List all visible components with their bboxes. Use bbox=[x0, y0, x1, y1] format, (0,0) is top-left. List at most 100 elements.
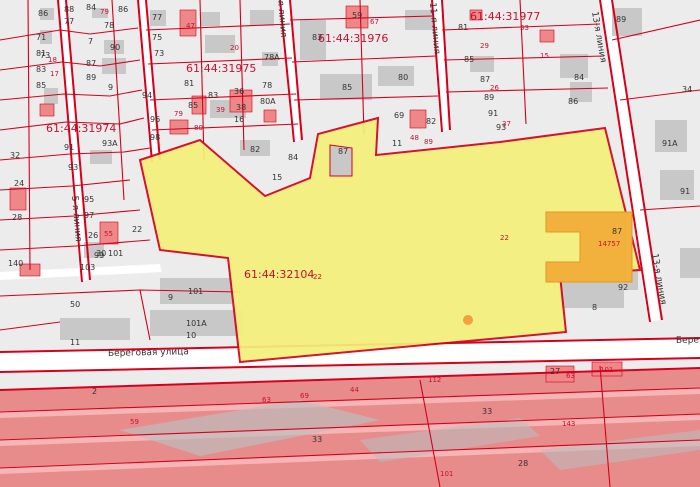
plot-number: 80 bbox=[398, 73, 408, 82]
plot-number: 85 bbox=[36, 81, 46, 90]
plot-number: 82 bbox=[250, 145, 260, 154]
plot-number: 101 bbox=[600, 366, 613, 374]
plot-number: 15 bbox=[272, 173, 282, 182]
plot-number: 36 bbox=[234, 87, 244, 96]
plot-number: 96 bbox=[150, 115, 160, 124]
plot-number: 98 bbox=[150, 133, 160, 142]
plot-number: 27 bbox=[550, 367, 560, 376]
plot-number: 91 bbox=[680, 187, 690, 196]
plot-number: 77 bbox=[152, 13, 162, 22]
quarter-label-31977: 61:44:31977 bbox=[470, 10, 540, 23]
plot-number: 11 bbox=[70, 338, 80, 347]
plot-number: 71 bbox=[36, 33, 46, 42]
plot-number: 97 bbox=[84, 211, 94, 220]
street-beregovaya: Береговая улица bbox=[108, 347, 189, 359]
plot-number: 10 bbox=[186, 331, 196, 340]
plot-number: 47 bbox=[186, 22, 195, 30]
plot-number: 18 bbox=[48, 56, 57, 64]
plot-number: 79 bbox=[174, 110, 183, 118]
plot-number: 81 bbox=[184, 79, 194, 88]
plot-number: 78А bbox=[264, 53, 280, 62]
plot-number: 101А bbox=[186, 319, 207, 328]
plot-number: 22 bbox=[132, 225, 142, 234]
plot-number: 2 bbox=[92, 387, 97, 396]
plot-number: 55 bbox=[104, 230, 113, 238]
quarter-label-32104-suffix: 22 bbox=[313, 273, 322, 281]
plot-number: 89 bbox=[424, 138, 433, 146]
plot-number: 81 bbox=[458, 23, 468, 32]
plot-number: 77 bbox=[64, 17, 74, 26]
plot-number: 87 bbox=[86, 59, 96, 68]
plot-number: 32 bbox=[10, 151, 20, 160]
plot-number: 79 bbox=[100, 8, 109, 16]
plot-number: 15 bbox=[540, 52, 549, 60]
plot-number: 11 bbox=[392, 139, 402, 148]
plot-number: 86 bbox=[568, 97, 578, 106]
plot-number: 83 bbox=[36, 65, 46, 74]
plot-number: 83 bbox=[208, 91, 218, 100]
plot-number: 16 bbox=[234, 115, 244, 124]
plot-number: 101 bbox=[440, 470, 453, 478]
plot-number: 7 bbox=[88, 37, 93, 46]
plot-number: 33 bbox=[520, 24, 529, 32]
plot-number: 22 bbox=[500, 234, 509, 242]
plot-number: 30 bbox=[96, 249, 106, 258]
plot-number: 80А bbox=[260, 97, 276, 106]
plot-number: 112 bbox=[428, 376, 441, 384]
plot-number: 78 bbox=[262, 81, 272, 90]
plot-number: 94 bbox=[142, 91, 152, 100]
plot-number: 14757 bbox=[598, 240, 620, 248]
plot-number: 26 bbox=[490, 84, 499, 92]
plot-number: 63 bbox=[566, 372, 575, 380]
plot-number: 33 bbox=[482, 407, 492, 416]
quarter-label-31976: 61:44:31976 bbox=[318, 32, 388, 45]
quarter-label-31974: 61:44:31974 bbox=[46, 122, 116, 135]
plot-number: 44 bbox=[350, 386, 359, 394]
plot-number: 75 bbox=[152, 33, 162, 42]
plot-number: 89 bbox=[616, 15, 626, 24]
plot-number: 84 bbox=[574, 73, 584, 82]
plot-number: 91А bbox=[662, 139, 678, 148]
plot-number: 28 bbox=[518, 459, 528, 468]
plot-number: 69 bbox=[300, 392, 309, 400]
plot-number: 34 bbox=[682, 85, 692, 94]
plot-number: 67 bbox=[370, 18, 379, 26]
cadastral-map[interactable]: 61:44:31975 61:44:31976 61:44:31977 61:4… bbox=[0, 0, 700, 487]
plot-number: 86 bbox=[38, 9, 48, 18]
plot-number: 59 bbox=[352, 11, 362, 20]
plot-number: 28 bbox=[12, 213, 22, 222]
plot-number: 17 bbox=[50, 70, 59, 78]
plot-number: 29 bbox=[480, 42, 489, 50]
plot-number: 95 bbox=[84, 195, 94, 204]
plot-number: 33 bbox=[312, 435, 322, 444]
plot-number: 86 bbox=[118, 5, 128, 14]
plot-number: 93 bbox=[68, 163, 78, 172]
street-beregovaya-right: Бере bbox=[676, 336, 700, 346]
plot-number: 9 bbox=[168, 293, 173, 302]
plot-number: 87 bbox=[338, 147, 348, 156]
plot-number: 24 bbox=[14, 179, 24, 188]
plot-number: 48 bbox=[410, 134, 419, 142]
plot-number: 101 bbox=[188, 287, 203, 296]
plot-number: 89 bbox=[86, 73, 96, 82]
plot-number: 84 bbox=[288, 153, 298, 162]
plot-number: 59 bbox=[130, 418, 139, 426]
plot-number: 89 bbox=[484, 93, 494, 102]
plot-number: 101 bbox=[108, 249, 123, 258]
plot-number: 38 bbox=[236, 103, 246, 112]
plot-number: 85 bbox=[342, 83, 352, 92]
plot-number: 84 bbox=[86, 3, 96, 12]
plot-number: 140 bbox=[8, 259, 23, 268]
plot-number: 82 bbox=[426, 117, 436, 126]
plot-number: 90 bbox=[110, 43, 120, 52]
quarter-label-32104: 61:44:32104 bbox=[244, 268, 314, 281]
plot-number: 93А bbox=[102, 139, 118, 148]
plot-number: 85 bbox=[464, 55, 474, 64]
plot-number: 69 bbox=[394, 111, 404, 120]
plot-number: 88 bbox=[64, 5, 74, 14]
plot-number: 9 bbox=[108, 83, 113, 92]
plot-number: 85 bbox=[188, 101, 198, 110]
plot-number: 143 bbox=[562, 420, 575, 428]
plot-number: 37 bbox=[502, 120, 511, 128]
plot-number: 87 bbox=[612, 227, 622, 236]
